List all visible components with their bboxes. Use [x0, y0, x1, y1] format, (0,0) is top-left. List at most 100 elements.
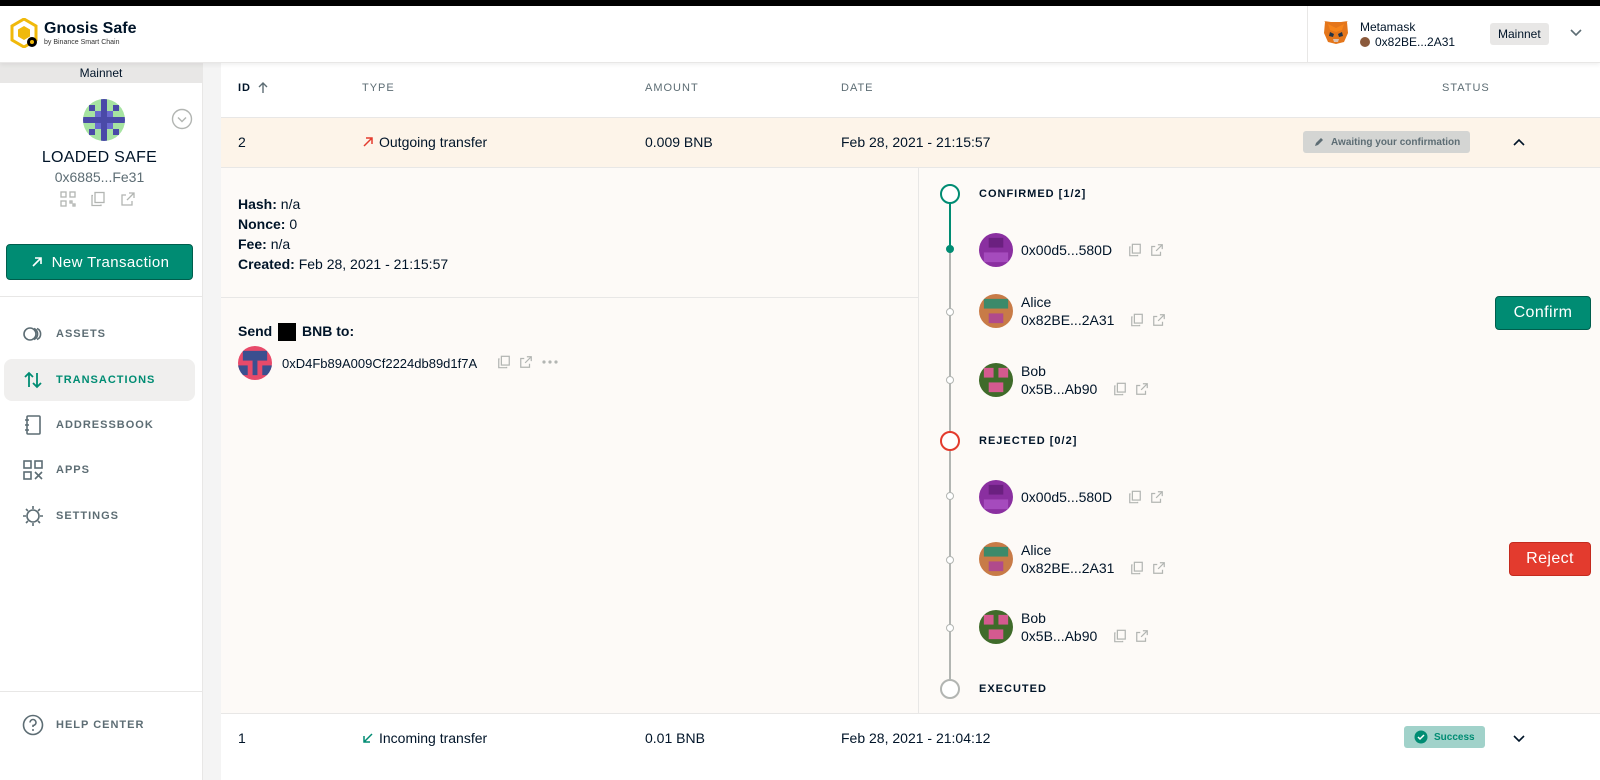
owner-identicon	[979, 480, 1013, 514]
external-link-icon[interactable]	[1150, 243, 1164, 257]
transactions-icon	[24, 371, 42, 389]
external-link-icon[interactable]	[1135, 629, 1149, 643]
confirmed-status-icon	[940, 184, 960, 204]
owner-identicon	[979, 294, 1013, 328]
reject-button[interactable]: Reject	[1509, 542, 1591, 576]
timeline-dot	[946, 624, 954, 632]
owner-rejected-3: Bob 0x5B...Ab90	[979, 609, 1149, 645]
safe-address-actions	[60, 191, 136, 207]
column-id[interactable]: ID	[238, 82, 269, 94]
help-icon	[22, 714, 44, 736]
owner-rejected-1: 0x00d5...580D	[979, 480, 1164, 514]
wallet-address-row: 0x82BE...2A31	[1360, 35, 1455, 49]
qr-code-icon[interactable]	[60, 191, 76, 207]
column-date[interactable]: DATE	[841, 82, 874, 94]
column-label: ID	[238, 82, 251, 94]
copy-icon[interactable]	[1128, 243, 1142, 257]
app-logo[interactable]: Gnosis Safe by Binance Smart Chain	[10, 17, 136, 49]
status-badge: Awaiting your confirmation	[1303, 131, 1471, 153]
tx-date: Feb 28, 2021 - 21:15:57	[841, 134, 991, 150]
confirm-button[interactable]: Confirm	[1495, 296, 1591, 330]
sidebar-item-settings[interactable]: SETTINGS	[4, 495, 195, 537]
owner-address: 0x5B...Ab90	[1021, 381, 1098, 397]
assets-icon	[23, 327, 42, 341]
external-link-icon[interactable]	[1150, 490, 1164, 504]
external-link-icon[interactable]	[120, 191, 136, 207]
created-label: Created:	[238, 256, 295, 272]
tx-type: Incoming transfer	[362, 730, 487, 746]
owner-address: 0x82BE...2A31	[1021, 312, 1115, 328]
safe-list-toggle-icon[interactable]	[171, 108, 193, 130]
sidebar-item-addressbook[interactable]: ADDRESSBOOK	[4, 404, 195, 446]
chevron-up-icon[interactable]	[1510, 134, 1528, 152]
owner-address: 0x82BE...2A31	[1021, 560, 1115, 576]
sidebar-item-label: SETTINGS	[56, 510, 120, 522]
wallet-identicon	[1360, 37, 1370, 47]
main-content: ID TYPE AMOUNT DATE STATUS 2 Outgoing tr…	[203, 63, 1600, 780]
tx-details-panel: Hash: n/a Nonce: 0 Fee: n/a Created: Feb…	[221, 168, 919, 713]
sidebar-item-apps[interactable]: APPS	[4, 449, 195, 491]
network-pill: Mainnet	[1490, 23, 1549, 45]
sidebar-item-assets[interactable]: ASSETS	[4, 313, 195, 355]
help-center-link[interactable]: HELP CENTER	[22, 714, 144, 736]
owner-info: Alice 0x82BE...2A31	[1021, 541, 1114, 577]
owner-address: 0x5B...Ab90	[1021, 628, 1098, 644]
recipient-address: 0xD4Fb89A009Cf2224db89d1f7A	[282, 355, 478, 371]
external-link-icon[interactable]	[519, 355, 533, 372]
owner-name: Bob	[1021, 610, 1046, 626]
confirmed-label: CONFIRMED [1/2]	[979, 188, 1087, 200]
timeline-confirmed-line	[949, 198, 951, 252]
table-row[interactable]: 2 Outgoing transfer 0.009 BNB Feb 28, 20…	[221, 118, 1600, 168]
status-badge: Success	[1404, 726, 1485, 748]
copy-icon[interactable]	[1113, 382, 1127, 396]
metamask-fox-icon	[1322, 18, 1350, 46]
copy-icon[interactable]	[1128, 490, 1142, 504]
owner-actions	[1113, 629, 1149, 643]
nonce-value: 0	[289, 216, 298, 232]
sidebar-item-transactions[interactable]: TRANSACTIONS	[4, 359, 195, 401]
copy-icon[interactable]	[1113, 629, 1127, 643]
recipient-row: 0xD4Fb89A009Cf2224db89d1f7A	[238, 346, 559, 380]
owner-confirmed-1: 0x00d5...580D	[979, 233, 1164, 267]
safe-logo-icon	[10, 17, 38, 49]
wallet-name: Metamask	[1360, 20, 1416, 34]
details-divider	[221, 297, 919, 298]
timeline-dot	[946, 492, 954, 500]
sidebar-footer: HELP CENTER	[0, 691, 203, 780]
wallet-connection[interactable]: Metamask 0x82BE...2A31 Mainnet	[1307, 6, 1600, 63]
tx-id: 2	[238, 134, 246, 150]
outgoing-arrow-icon	[363, 137, 373, 147]
sort-arrow-up-icon	[258, 82, 268, 93]
sidebar-item-label: APPS	[56, 464, 90, 476]
external-link-icon[interactable]	[1152, 313, 1166, 327]
column-amount[interactable]: AMOUNT	[645, 82, 699, 94]
external-link-icon[interactable]	[1135, 382, 1149, 396]
fee-value: n/a	[270, 236, 291, 252]
owner-actions	[1130, 561, 1166, 575]
chevron-down-icon[interactable]	[1510, 729, 1528, 747]
column-type[interactable]: TYPE	[362, 82, 395, 94]
copy-icon[interactable]	[1130, 313, 1144, 327]
addressbook-icon	[25, 415, 41, 435]
table-row[interactable]: 1 Incoming transfer 0.01 BNB Feb 28, 202…	[221, 713, 1600, 780]
column-status[interactable]: STATUS	[1442, 82, 1490, 94]
incoming-arrow-icon	[363, 733, 373, 743]
table-header: ID TYPE AMOUNT DATE STATUS	[221, 63, 1600, 118]
logo-subtitle: by Binance Smart Chain	[44, 38, 120, 46]
more-options-icon[interactable]	[541, 355, 559, 372]
send-suffix: BNB to:	[302, 323, 355, 339]
tx-created-row: Created: Feb 28, 2021 - 21:15:57	[238, 254, 448, 274]
copy-icon[interactable]	[90, 191, 106, 207]
tx-nonce-row: Nonce: 0	[238, 214, 448, 234]
external-link-icon[interactable]	[1152, 561, 1166, 575]
owner-actions	[1113, 382, 1149, 396]
owner-address: 0x00d5...580D	[1021, 489, 1113, 505]
copy-icon[interactable]	[1130, 561, 1144, 575]
chevron-down-icon[interactable]	[1566, 22, 1586, 42]
safe-address: 0x6885...Fe31	[54, 169, 145, 185]
send-summary: Send BNB to:	[238, 323, 355, 342]
copy-icon[interactable]	[497, 355, 511, 372]
nonce-label: Nonce:	[238, 216, 286, 232]
timeline-dot	[946, 376, 954, 384]
new-transaction-button[interactable]: New Transaction	[6, 244, 193, 280]
